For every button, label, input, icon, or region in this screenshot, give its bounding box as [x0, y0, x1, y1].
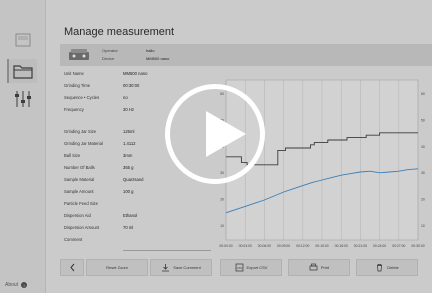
app-window: About i Manage measurement Operator hall… — [0, 0, 432, 293]
play-icon[interactable] — [206, 111, 246, 157]
